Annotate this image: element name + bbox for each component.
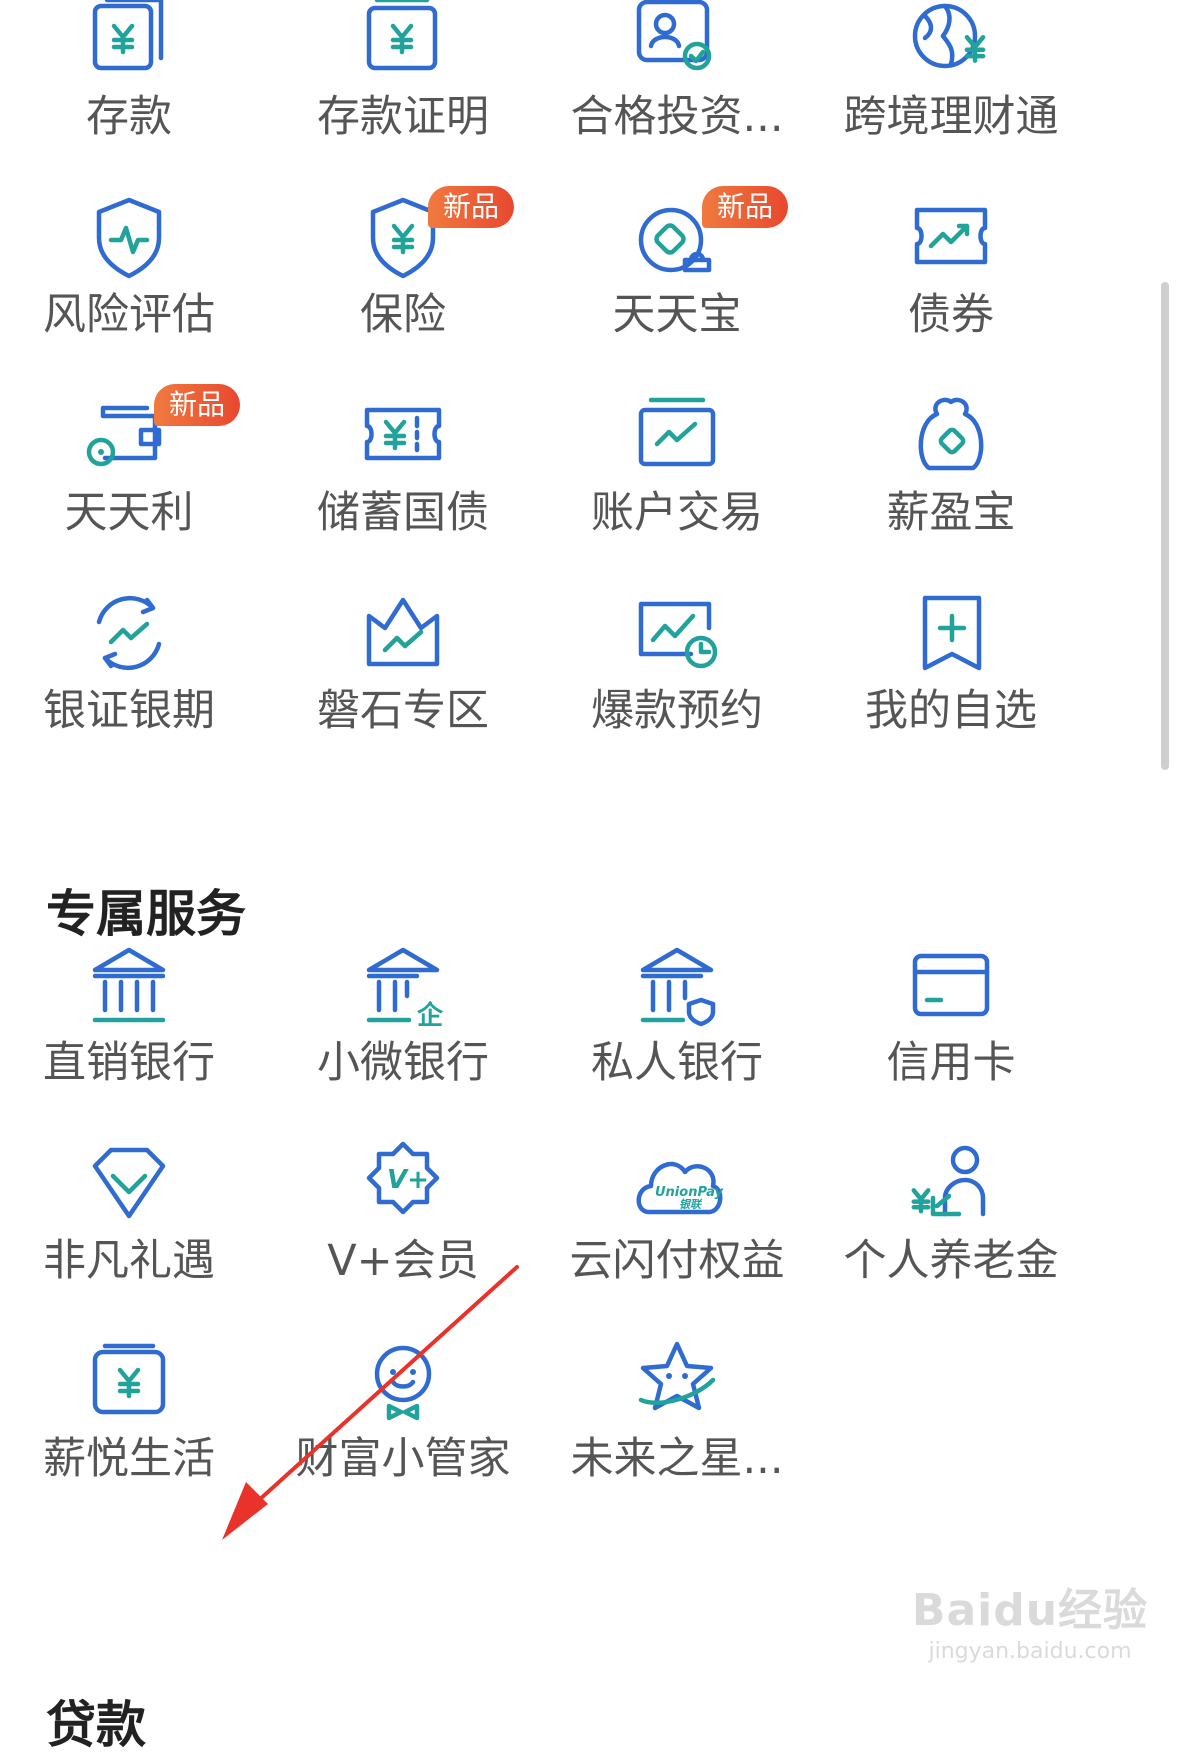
bank-shield-icon (629, 938, 725, 1034)
finance-tile-12[interactable]: 银证银期 (0, 586, 278, 786)
finance-tile-label: 保险 (360, 290, 446, 340)
service-tile-10[interactable]: 未来之星... (528, 1334, 826, 1534)
yuan-certificate-icon (355, 0, 451, 88)
finance-tile-5[interactable]: 保险 新品 (254, 186, 552, 390)
crown-chart-icon (355, 586, 451, 682)
finance-tile-label: 账户交易 (591, 488, 763, 538)
finance-tile-label: 磐石专区 (317, 686, 489, 736)
service-tile-1[interactable]: 企小微银行 (254, 938, 552, 1138)
globe-yuan-icon (903, 0, 999, 88)
finance-tile-6[interactable]: 天天宝 新品 (528, 186, 826, 390)
finance-tile-2[interactable]: 合格投资... (528, 0, 826, 192)
finance-tile-label: 债券 (908, 290, 994, 340)
cycle-trend-icon (81, 586, 177, 682)
chart-clock-icon (629, 586, 725, 682)
diamond-check-icon (81, 1136, 177, 1232)
finance-tile-label: 跨境理财通 (843, 92, 1059, 142)
scrollbar[interactable] (1161, 282, 1169, 770)
watermark-url: jingyan.baidu.com (928, 1639, 1132, 1664)
finance-tile-4[interactable]: 风险评估 (0, 190, 278, 390)
service-tile-8[interactable]: 薪悦生活 (0, 1334, 278, 1534)
section-title-loans: 贷款 (46, 1696, 146, 1754)
service-tile-label: 财富小管家 (295, 1434, 511, 1484)
finance-tile-8[interactable]: 天天利 新品 (0, 384, 278, 588)
finance-tile-15[interactable]: 我的自选 (802, 586, 1100, 786)
v-plus-badge-icon: V+ (355, 1136, 451, 1232)
yuan-card-icon (81, 0, 177, 88)
finance-tile-label: 银证银期 (43, 686, 215, 736)
finance-tile-10[interactable]: 账户交易 (528, 388, 826, 588)
service-tile-6[interactable]: UnionPay 银联 云闪付权益 (528, 1136, 826, 1336)
bond-ticket-icon (903, 190, 999, 286)
service-tile-0[interactable]: 直销银行 (0, 938, 278, 1138)
finance-tile-label: 爆款预约 (591, 686, 763, 736)
service-tile-label: 非凡礼遇 (43, 1236, 215, 1286)
service-tile-label: 私人银行 (591, 1038, 763, 1088)
service-tile-label: 薪悦生活 (43, 1434, 215, 1484)
service-tile-label: V+会员 (327, 1236, 479, 1286)
service-tile-label: 未来之星... (570, 1434, 784, 1484)
shield-pulse-icon (81, 190, 177, 286)
finance-tile-label: 存款 (86, 92, 172, 142)
watermark-logo: Baidu经验 (911, 1585, 1149, 1636)
finance-tile-label: 薪盈宝 (886, 488, 1016, 538)
finance-tile-11[interactable]: 薪盈宝 (802, 388, 1100, 588)
svg-text:V+: V+ (387, 1165, 429, 1195)
svg-text:企: 企 (417, 1000, 444, 1031)
service-tile-2[interactable]: 私人银行 (528, 938, 826, 1138)
pension-person-icon (903, 1136, 999, 1232)
bookmark-plus-icon (903, 586, 999, 682)
service-tile-7[interactable]: 个人养老金 (802, 1136, 1100, 1336)
service-tile-label: 小微银行 (317, 1038, 489, 1088)
finance-tile-0[interactable]: 存款 (0, 0, 278, 192)
finance-tile-label: 储蓄国债 (317, 488, 489, 538)
finance-tile-label: 合格投资... (570, 92, 784, 142)
service-tile-label: 个人养老金 (843, 1236, 1059, 1286)
service-tile-label: 直销银行 (43, 1038, 215, 1088)
service-tile-5[interactable]: V+ V+会员 (254, 1136, 552, 1336)
finance-tile-label: 天天宝 (612, 290, 742, 340)
salary-life-icon (81, 1334, 177, 1430)
wealth-butler-icon (355, 1334, 451, 1430)
future-star-icon (629, 1334, 725, 1430)
finance-tile-1[interactable]: 存款证明 (254, 0, 552, 192)
unionpay-cloud-icon: UnionPay 银联 (629, 1136, 725, 1232)
savings-bond-icon (355, 388, 451, 484)
service-tile-4[interactable]: 非凡礼遇 (0, 1136, 278, 1336)
finance-tile-13[interactable]: 磐石专区 (254, 586, 552, 786)
service-tile-9[interactable]: 财富小管家 (254, 1334, 552, 1534)
bank-enterprise-icon: 企 (355, 938, 451, 1034)
finance-tile-3[interactable]: 跨境理财通 (802, 0, 1100, 192)
new-product-badge: 新品 (428, 186, 514, 228)
money-bag-icon (903, 388, 999, 484)
unionpay-cn-text: 银联 (679, 1198, 703, 1211)
finance-tile-label: 存款证明 (317, 92, 489, 142)
new-product-badge: 新品 (702, 186, 788, 228)
account-trade-icon (629, 388, 725, 484)
qualified-investor-icon (629, 0, 725, 88)
finance-tile-label: 天天利 (64, 488, 194, 538)
service-tile-label: 信用卡 (886, 1038, 1016, 1088)
finance-tile-7[interactable]: 债券 (802, 190, 1100, 390)
finance-tile-label: 我的自选 (865, 686, 1037, 736)
baidu-watermark: Baidu经验 jingyan.baidu.com (900, 1585, 1160, 1695)
credit-card-icon (903, 938, 999, 1034)
new-product-badge: 新品 (154, 384, 240, 426)
bank-building-icon (81, 938, 177, 1034)
finance-tile-label: 风险评估 (43, 290, 215, 340)
finance-tile-14[interactable]: 爆款预约 (528, 586, 826, 786)
service-tile-label: 云闪付权益 (569, 1236, 785, 1286)
finance-tile-9[interactable]: 储蓄国债 (254, 388, 552, 588)
service-tile-3[interactable]: 信用卡 (802, 938, 1100, 1138)
